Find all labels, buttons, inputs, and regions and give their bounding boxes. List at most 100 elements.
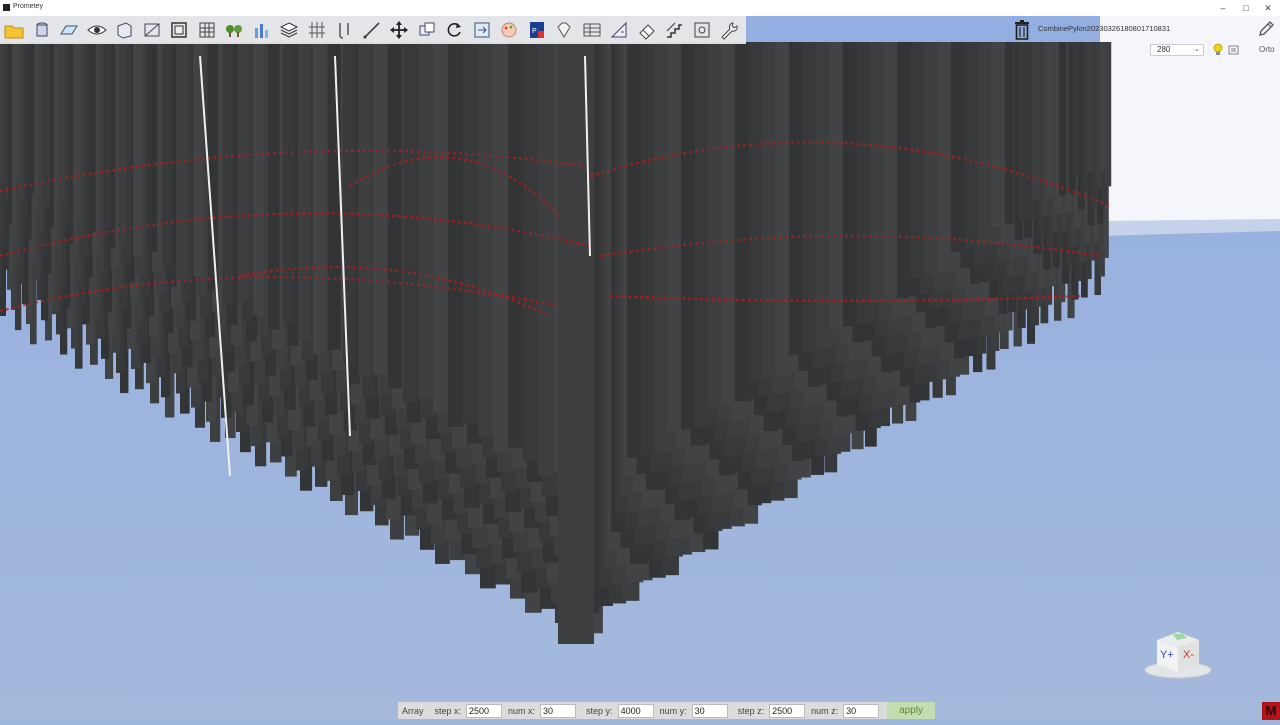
pylon xyxy=(870,42,882,304)
chevron-down-icon: ⌄ xyxy=(1194,46,1200,53)
step-z-label: step z: xyxy=(737,705,765,716)
pdf-icon: P xyxy=(529,22,544,38)
pdf-tool-button[interactable]: P xyxy=(525,18,549,42)
grid-tool-button[interactable] xyxy=(195,18,219,42)
navcube-y-label: Y+ xyxy=(1160,649,1174,661)
num-x-input[interactable] xyxy=(540,703,577,718)
step-y-input[interactable] xyxy=(617,703,654,718)
step-x-input[interactable] xyxy=(466,703,503,718)
line-tool-button[interactable] xyxy=(360,18,384,42)
pylon xyxy=(133,42,142,257)
pylon xyxy=(358,42,372,379)
open-folder-icon xyxy=(4,25,24,39)
pylon xyxy=(523,42,540,462)
pile-tool-button[interactable] xyxy=(332,18,356,42)
pylon xyxy=(1086,42,1093,173)
eye-icon xyxy=(86,25,107,35)
zoom-value: 280 xyxy=(1157,45,1171,54)
export-icon xyxy=(474,22,489,38)
export-tool-button[interactable] xyxy=(470,18,494,42)
table-tool-button[interactable] xyxy=(580,18,604,42)
pylon xyxy=(28,42,35,194)
pylon xyxy=(762,42,777,379)
eraser-tool-button[interactable] xyxy=(635,18,659,42)
pylon xyxy=(735,42,750,402)
gem-tool-button[interactable] xyxy=(552,18,576,42)
cylinder-tool-button[interactable] xyxy=(30,18,54,42)
pylon xyxy=(0,42,4,183)
column-grid-tool-button[interactable] xyxy=(305,18,329,42)
num-z-input[interactable] xyxy=(843,703,880,718)
copy-tool-button[interactable] xyxy=(415,18,439,42)
pylon xyxy=(558,42,594,644)
camera-mode-icon[interactable] xyxy=(1228,44,1240,56)
pylon xyxy=(238,42,249,302)
close-button[interactable]: ✕ xyxy=(1262,2,1274,14)
trash-icon[interactable] xyxy=(1012,19,1032,41)
window-title: Prometey xyxy=(13,3,43,10)
apply-button[interactable]: apply xyxy=(887,702,936,719)
projection-toggle[interactable]: Orto xyxy=(1259,45,1275,54)
layers-tool-button[interactable] xyxy=(277,18,301,42)
minimize-button[interactable]: – xyxy=(1217,2,1229,14)
rotate-tool-button[interactable] xyxy=(442,18,466,42)
plane-tool-button[interactable] xyxy=(57,18,81,42)
navcube-x-label: X- xyxy=(1183,649,1194,661)
pylon xyxy=(538,42,555,476)
palette-tool-button[interactable] xyxy=(497,18,521,42)
document-name: CombinePylon20230326180801710831 xyxy=(1038,24,1171,33)
maximize-button[interactable]: □ xyxy=(1240,2,1252,14)
pylon xyxy=(313,42,326,354)
palette-icon xyxy=(501,22,517,38)
stairs-tool-button[interactable] xyxy=(662,18,686,42)
num-y-input[interactable] xyxy=(691,703,728,718)
pylon xyxy=(883,42,895,301)
app-badge[interactable]: M xyxy=(1262,702,1280,720)
measure-tool-button[interactable] xyxy=(607,18,631,42)
pylon xyxy=(789,42,803,355)
frame-icon xyxy=(171,22,187,38)
pylon xyxy=(897,42,909,299)
pylon xyxy=(991,42,1001,227)
open-folder-tool-button[interactable] xyxy=(2,18,26,42)
stairs-icon xyxy=(666,22,682,38)
pylon xyxy=(829,42,843,330)
box-icon xyxy=(117,22,132,39)
lightbulb-icon[interactable] xyxy=(1212,43,1224,57)
wrench-icon xyxy=(721,22,738,40)
num-y-label: num y: xyxy=(659,705,687,716)
section-tool-button[interactable] xyxy=(140,18,164,42)
pylon xyxy=(73,42,81,218)
num-z-label: num z: xyxy=(811,705,839,716)
box-tool-button[interactable] xyxy=(112,18,136,42)
pencil-icon[interactable] xyxy=(1256,19,1276,39)
bars-icon xyxy=(254,24,268,38)
pylon xyxy=(1072,42,1080,175)
pylon xyxy=(418,42,433,399)
3d-viewport[interactable] xyxy=(0,16,1280,720)
pylon xyxy=(283,42,295,326)
move-icon xyxy=(390,21,408,39)
pylon xyxy=(721,42,737,404)
navigation-cube[interactable]: Y+ X- xyxy=(1143,628,1213,680)
pylon xyxy=(775,42,790,376)
step-y-label: step y: xyxy=(586,705,613,716)
step-z-input[interactable] xyxy=(769,703,806,718)
eye-tool-button[interactable] xyxy=(85,18,109,42)
main-toolbar: P xyxy=(0,16,746,44)
move-tool-button[interactable] xyxy=(387,18,411,42)
snapshot-tool-button[interactable] xyxy=(690,18,714,42)
pylon-array-scene xyxy=(0,16,1280,720)
title-bar: Prometey – □ ✕ xyxy=(0,0,1280,17)
column-grid-icon xyxy=(308,22,325,38)
zoom-select[interactable]: 280 ⌄ xyxy=(1150,44,1204,56)
pylon xyxy=(118,42,127,242)
frame-tool-button[interactable] xyxy=(167,18,191,42)
svg-text:P: P xyxy=(532,28,537,35)
bars-tool-button[interactable] xyxy=(250,18,274,42)
wrench-tool-button[interactable] xyxy=(717,18,741,42)
pylon xyxy=(1045,42,1054,199)
trees-tool-button[interactable] xyxy=(222,18,246,42)
pylon xyxy=(403,42,418,403)
pylon xyxy=(163,42,173,267)
